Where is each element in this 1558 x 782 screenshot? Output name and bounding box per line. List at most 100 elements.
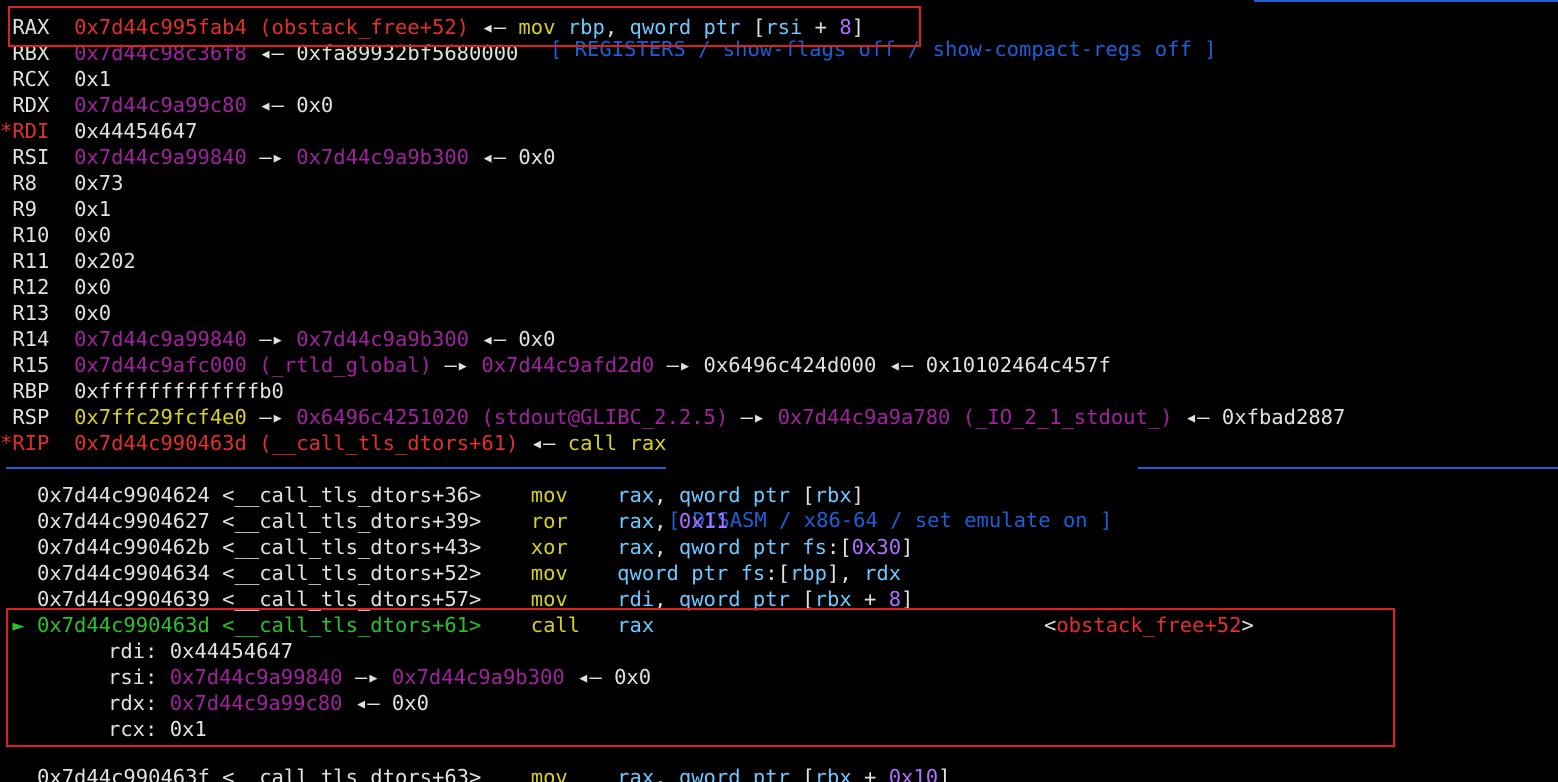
register-deref-part: mov: [518, 15, 556, 39]
instruction-mnemonic: mov: [530, 587, 568, 611]
register-deref-part: [: [740, 15, 766, 39]
call-arg-name: rcx: [108, 717, 146, 741]
instruction-operand: rdx: [864, 561, 902, 585]
current-instruction-arrow-icon: ►: [12, 613, 25, 637]
instruction-operand: [: [789, 587, 815, 611]
register-value: 0x0: [74, 223, 112, 247]
register-deref-part: +: [802, 15, 840, 39]
disasm-line: 0x7d44c9904639 <__call_tls_dtors+57> mov…: [0, 586, 913, 612]
register-deref-part: rbp: [567, 15, 605, 39]
register-deref-part: 0x7d44c9a9b300: [296, 327, 470, 351]
changed-marker: [0, 145, 12, 169]
call-arg-value: 0x44454647: [169, 639, 294, 663]
call-arg-row: rsi: 0x7d44c9a99840 —▸ 0x7d44c9a9b300 ◂—…: [108, 664, 651, 690]
disasm-banner-rule-left: [6, 467, 666, 469]
register-name: R15: [12, 353, 50, 377]
instruction-operand: rax: [617, 509, 655, 533]
register-symbol: (_rtld_global): [246, 353, 432, 377]
register-deref-part: ◂—: [876, 353, 926, 377]
register-deref-part: 0x6496c424d000: [703, 353, 877, 377]
register-name: RAX: [12, 15, 50, 39]
call-target-symbol: obstack_free+52: [1056, 613, 1242, 637]
instruction-operand: [728, 561, 740, 585]
call-arg-name: rsi: [108, 665, 146, 689]
changed-marker: [0, 405, 12, 429]
instruction-symbol: <__call_tls_dtors+61>: [222, 613, 482, 637]
register-deref-part: —▸: [654, 353, 704, 377]
instruction-mnemonic: mov: [530, 483, 568, 507]
disasm-banner-rule-right: [1138, 467, 1558, 469]
changed-marker: [0, 223, 12, 247]
disasm-line: 0x7d44c9904634 <__call_tls_dtors+52> mov…: [0, 560, 901, 586]
register-name: RBX: [12, 41, 50, 65]
register-deref-part: rsi: [765, 15, 803, 39]
register-row: RBP 0xfffffffffffffb0: [0, 378, 284, 404]
register-value: 0x7d44c9a99840: [74, 327, 247, 351]
instruction-symbol: <__call_tls_dtors+36>: [222, 483, 482, 507]
changed-marker: [0, 301, 12, 325]
register-name: RSP: [12, 405, 50, 429]
instruction-operand: ]: [851, 483, 865, 507]
register-value: 0x0: [74, 301, 112, 325]
instruction-address: 0x7d44c990463d: [37, 613, 210, 637]
instruction-operand: rax: [617, 613, 655, 637]
register-row: RSP 0x7ffc29fcf4e0 —▸ 0x6496c4251020 (st…: [0, 404, 1345, 430]
register-name: RBP: [12, 379, 50, 403]
call-arg-value: 0x0: [614, 665, 652, 689]
changed-marker: [0, 93, 12, 117]
register-row: RCX 0x1: [0, 66, 111, 92]
disasm-line: 0x7d44c9904624 <__call_tls_dtors+36> mov…: [0, 482, 864, 508]
instruction-address: 0x7d44c9904639: [37, 587, 210, 611]
register-deref-part: 0x7d44c9afd2d0: [481, 353, 655, 377]
register-row: R12 0x0: [0, 274, 111, 300]
register-deref-part: 0x0: [296, 93, 334, 117]
changed-marker: [0, 171, 12, 195]
register-name: R12: [12, 275, 50, 299]
instruction-address: 0x7d44c9904624: [37, 483, 210, 507]
instruction-operand: qword ptr: [678, 535, 790, 559]
register-name: R11: [12, 249, 50, 273]
call-target-bracket: <: [1044, 613, 1057, 637]
instruction-operand: qword ptr: [678, 483, 790, 507]
register-value: 0x1: [74, 67, 112, 91]
register-row: RDX 0x7d44c9a99c80 ◂— 0x0: [0, 92, 333, 118]
register-name: R13: [12, 301, 50, 325]
register-name: R9: [12, 197, 50, 221]
instruction-address: 0x7d44c9904634: [37, 561, 210, 585]
instruction-operand: ,: [654, 483, 679, 507]
call-arg-value: 0x7d44c9a99840: [169, 665, 343, 689]
register-deref-part: ◂—: [518, 431, 568, 455]
call-arg-value: ◂—: [342, 691, 392, 715]
register-value: 0x7d44c9a99c80: [74, 93, 247, 117]
instruction-symbol: <__call_tls_dtors+52>: [222, 561, 482, 585]
instruction-operand: rbx: [814, 765, 852, 782]
register-row: R8 0x73: [0, 170, 123, 196]
instruction-operand: ,: [654, 509, 679, 533]
changed-marker: [0, 41, 12, 65]
disasm-banner-title: [ DISASM / x86-64 / set emulate on ]: [668, 508, 1113, 532]
register-row: RBX 0x7d44c98c36f8 ◂— 0xfa89932bf5680000: [0, 40, 518, 66]
register-value: 0x7d44c98c36f8: [74, 41, 247, 65]
register-deref-part: ◂—: [469, 15, 519, 39]
register-value: 0xfffffffffffffb0: [74, 379, 284, 403]
changed-marker: [0, 327, 12, 351]
call-arg-separator: :: [145, 691, 170, 715]
instruction-operand: rbp: [789, 561, 827, 585]
